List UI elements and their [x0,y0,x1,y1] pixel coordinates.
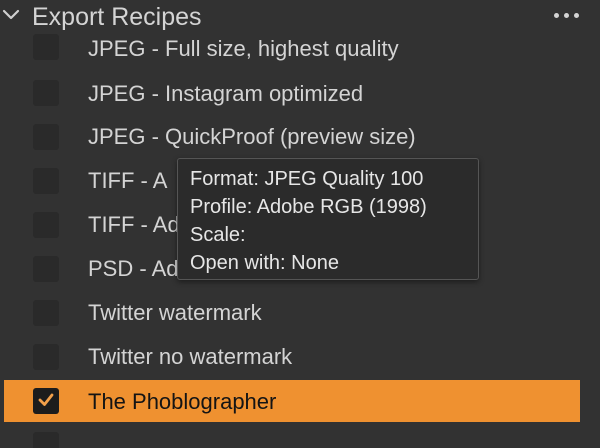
tooltip-scale: Scale: [190,224,246,246]
recipe-label: JPEG - Full size, highest quality [88,36,399,61]
recipe-label: The Phoblographer [88,389,277,414]
recipe-checkbox[interactable] [33,34,59,60]
recipe-row[interactable]: JPEG - Instagram optimized [0,72,600,116]
recipe-label: JPEG - QuickProof (preview size) [88,124,416,149]
recipe-label: Twitter watermark [88,300,262,325]
recipe-checkbox[interactable] [33,168,59,194]
recipe-checkbox[interactable] [33,432,59,448]
recipe-label: TIFF - Ad [88,212,180,237]
recipe-checkbox[interactable] [33,344,59,370]
recipe-checkbox[interactable] [33,212,59,238]
recipe-checkbox-checked[interactable] [33,388,59,414]
recipe-checkbox[interactable] [33,256,59,282]
chevron-down-icon[interactable] [2,8,20,22]
recipe-label: JPEG - Instagram optimized [88,81,364,106]
recipe-tooltip: Format: JPEG Quality 100 Profile: Adobe … [177,158,479,280]
recipe-row[interactable]: JPEG - Full size, highest quality [0,30,600,74]
recipe-label: PSD - Ad [88,256,179,281]
recipe-checkbox[interactable] [33,124,59,150]
recipe-row[interactable]: JPEG - QuickProof (preview size) [0,116,600,160]
tooltip-format: Format: JPEG Quality 100 [190,168,424,190]
recipe-checkbox[interactable] [33,80,59,106]
recipe-row[interactable]: Twitter no watermark [0,336,600,380]
tooltip-open-with: Open with: None [190,252,339,274]
panel-title: Export Recipes [32,3,202,31]
recipe-label: TIFF - A [88,168,168,193]
export-recipes-header[interactable]: Export Recipes [0,0,600,34]
recipe-label: Twitter no watermark [88,344,293,369]
checkmark-icon [38,393,54,406]
recipe-checkbox[interactable] [33,300,59,326]
tooltip-profile: Profile: Adobe RGB (1998) [190,196,427,218]
recipe-row-selected[interactable]: The Phoblographer [0,380,600,424]
export-recipes-panel: Export Recipes JPEG - Full size, highest… [0,0,600,448]
more-horizontal-icon[interactable] [552,8,582,22]
recipe-row[interactable]: Twitter watermark [0,292,600,336]
